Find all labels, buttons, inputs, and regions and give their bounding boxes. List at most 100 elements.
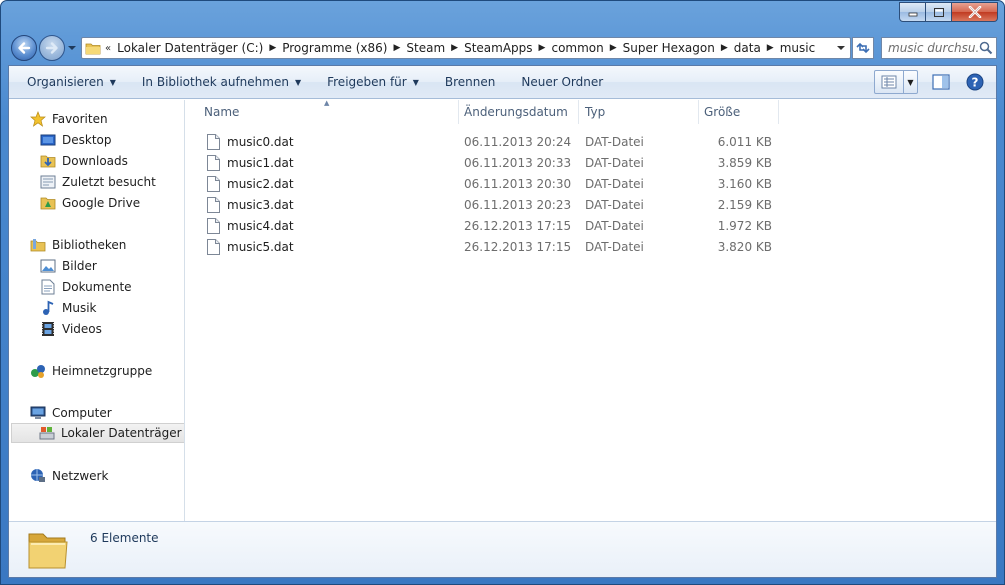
desktop-icon	[40, 134, 56, 146]
file-row[interactable]: music4.dat 26.12.2013 17:15 DAT-Datei 1.…	[186, 215, 786, 236]
file-row[interactable]: music3.dat 06.11.2013 20:23 DAT-Datei 2.…	[186, 194, 786, 215]
nav-music[interactable]: Musik	[40, 298, 97, 318]
nav-pictures[interactable]: Bilder	[40, 256, 97, 276]
breadcrumb-steamapps[interactable]: SteamApps	[464, 41, 532, 55]
preview-pane-button[interactable]	[928, 70, 954, 94]
nav-documents-label: Dokumente	[62, 280, 132, 294]
chevron-right-icon[interactable]: ▶	[539, 43, 546, 53]
chevron-right-icon[interactable]: ▶	[610, 43, 617, 53]
new-folder-label: Neuer Ordner	[521, 75, 604, 89]
view-controls: ▼ ?	[874, 70, 988, 94]
navigation-pane: Favoriten Desktop Downloads Zuletzt besu…	[9, 100, 185, 521]
address-overflow[interactable]: «	[105, 43, 111, 54]
file-name: music3.dat	[227, 197, 294, 212]
music-note-icon	[43, 300, 54, 315]
file-icon	[207, 196, 220, 213]
close-button[interactable]	[952, 2, 998, 22]
explorer-content: Organisieren ▼ In Bibliothek aufnehmen ▼ F…	[8, 65, 997, 578]
star-icon	[30, 111, 46, 127]
breadcrumb-local-disk[interactable]: Lokaler Datenträger (C:)	[117, 41, 263, 55]
file-row[interactable]: music0.dat 06.11.2013 20:24 DAT-Datei 6.…	[186, 131, 786, 152]
column-header-type[interactable]: Typ	[567, 100, 698, 124]
chevron-down-icon: ▼	[412, 77, 419, 87]
nav-libraries[interactable]: Bibliotheken	[30, 235, 126, 255]
file-icon	[207, 175, 220, 192]
include-in-library-button[interactable]: In Bibliothek aufnehmen ▼	[134, 70, 309, 94]
preview-pane-icon	[932, 74, 950, 90]
command-bar: Organisieren ▼ In Bibliothek aufnehmen ▼ F…	[9, 66, 996, 99]
forward-button[interactable]	[39, 35, 65, 61]
file-size: 3.160 KB	[717, 176, 772, 191]
back-button[interactable]	[11, 35, 37, 61]
file-size: 3.820 KB	[717, 239, 772, 254]
maximize-button[interactable]	[926, 2, 952, 22]
search-input[interactable]	[888, 41, 980, 55]
chevron-right-icon[interactable]: ▶	[269, 43, 276, 53]
nav-homegroup[interactable]: Heimnetzgruppe	[30, 361, 152, 381]
chevron-down-icon	[837, 46, 845, 50]
address-history-dropdown[interactable]	[832, 38, 850, 58]
svg-text:?: ?	[972, 76, 979, 90]
network-icon	[31, 469, 45, 482]
file-size: 6.011 KB	[717, 134, 772, 149]
breadcrumb-super-hexagon[interactable]: Super Hexagon	[623, 41, 715, 55]
nav-downloads[interactable]: Downloads	[40, 151, 128, 171]
search-icon[interactable]	[979, 41, 993, 55]
include-in-library-label: In Bibliothek aufnehmen	[141, 75, 289, 89]
pictures-icon	[40, 259, 56, 273]
address-bar[interactable]: « Lokaler Datenträger (C:) ▶ Programme (…	[81, 37, 851, 59]
nav-computer-label: Computer	[52, 406, 112, 420]
nav-computer[interactable]: Computer	[30, 403, 112, 423]
chevron-right-icon[interactable]: ▶	[767, 43, 774, 53]
column-date-label: Änderungsdatum	[464, 105, 568, 119]
column-divider[interactable]	[778, 100, 779, 124]
file-name: music2.dat	[227, 176, 294, 191]
column-header-size[interactable]: Größe	[686, 100, 778, 124]
homegroup-icon	[31, 365, 45, 378]
nav-network[interactable]: Netzwerk	[30, 466, 108, 486]
nav-favorites[interactable]: Favoriten	[30, 109, 108, 129]
file-row[interactable]: music1.dat 06.11.2013 20:33 DAT-Datei 3.…	[186, 152, 786, 173]
chevron-down-icon[interactable]: ▼	[903, 71, 917, 93]
search-box[interactable]	[881, 37, 997, 59]
breadcrumb-steam[interactable]: Steam	[406, 41, 445, 55]
breadcrumb-programme[interactable]: Programme (x86)	[282, 41, 387, 55]
nav-desktop[interactable]: Desktop	[40, 130, 112, 150]
recent-pages-dropdown[interactable]	[67, 42, 77, 54]
breadcrumb-music[interactable]: music	[780, 41, 815, 55]
nav-google-drive[interactable]: Google Drive	[40, 193, 140, 213]
breadcrumb-data[interactable]: data	[734, 41, 761, 55]
minimize-button[interactable]	[899, 2, 926, 22]
details-view-icon	[881, 75, 897, 89]
explorer-window: « Lokaler Datenträger (C:) ▶ Programme (…	[0, 0, 1005, 585]
item-count: 6 Elemente	[90, 531, 159, 545]
burn-button[interactable]: Brennen	[437, 70, 503, 94]
file-name: music5.dat	[227, 239, 294, 254]
file-size: 2.159 KB	[717, 197, 772, 212]
column-header-name[interactable]: Name ▲	[186, 99, 458, 124]
nav-recent[interactable]: Zuletzt besucht	[40, 172, 156, 192]
share-with-button[interactable]: Freigeben für ▼	[319, 70, 427, 94]
nav-videos-label: Videos	[62, 322, 102, 336]
nav-local-disk[interactable]: Lokaler Datenträger (C:)	[11, 423, 184, 443]
organize-button[interactable]: Organisieren ▼	[19, 70, 124, 94]
nav-documents[interactable]: Dokumente	[40, 277, 132, 297]
file-row[interactable]: music2.dat 06.11.2013 20:30 DAT-Datei 3.…	[186, 173, 786, 194]
refresh-button[interactable]	[852, 37, 874, 59]
chevron-down-icon	[68, 46, 76, 50]
downloads-folder-icon	[40, 155, 56, 168]
file-type: DAT-Datei	[585, 218, 644, 233]
nav-homegroup-label: Heimnetzgruppe	[52, 364, 153, 378]
nav-videos[interactable]: Videos	[40, 319, 102, 339]
column-header-date[interactable]: Änderungsdatum	[446, 100, 578, 124]
chevron-right-icon[interactable]: ▶	[721, 43, 728, 53]
close-icon	[968, 6, 981, 18]
help-button[interactable]: ?	[962, 70, 988, 94]
new-folder-button[interactable]: Neuer Ordner	[513, 70, 611, 94]
chevron-right-icon[interactable]: ▶	[394, 43, 401, 53]
chevron-right-icon[interactable]: ▶	[451, 43, 458, 53]
file-row[interactable]: music5.dat 26.12.2013 17:15 DAT-Datei 3.…	[186, 236, 786, 257]
breadcrumb-common[interactable]: common	[551, 41, 603, 55]
file-name: music0.dat	[227, 134, 294, 149]
change-view-button[interactable]: ▼	[874, 70, 918, 94]
